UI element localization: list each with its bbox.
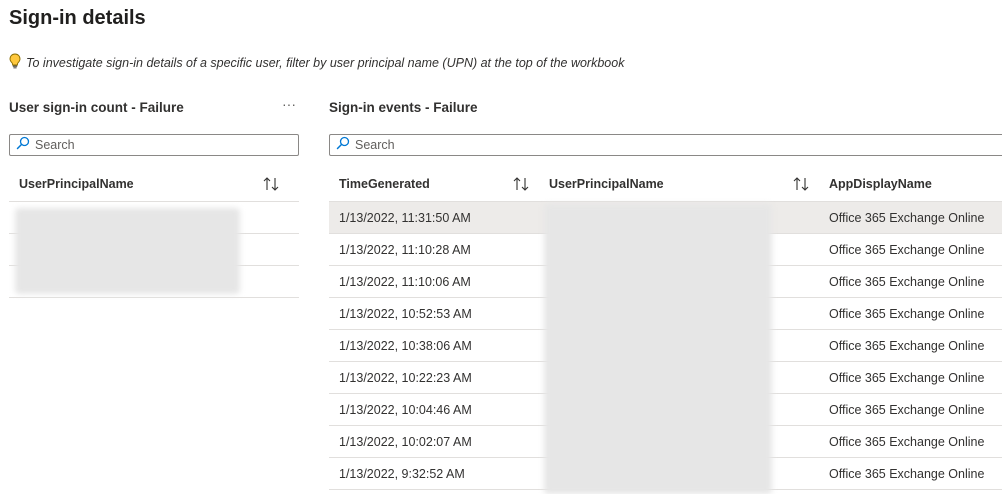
time-cell: 1/13/2022, 10:22:23 AM	[339, 370, 472, 385]
signin-events-grid: TimeGenerated UserPrincipalName AppDispl…	[329, 166, 1002, 494]
time-cell: 1/13/2022, 10:38:06 AM	[339, 338, 472, 353]
app-cell: Office 365 Exchange Online	[829, 338, 985, 353]
left-search-input[interactable]	[35, 136, 298, 154]
time-cell: 1/13/2022, 9:32:52 AM	[339, 466, 465, 481]
app-cell: Office 365 Exchange Online	[829, 210, 985, 225]
app-cell: Office 365 Exchange Online	[829, 306, 985, 321]
lightbulb-icon	[9, 53, 21, 74]
app-cell: Office 365 Exchange Online	[829, 274, 985, 289]
redacted-user-names	[15, 208, 240, 294]
search-icon	[10, 136, 30, 155]
sort-icon[interactable]	[262, 176, 280, 192]
page-title: Sign-in details	[9, 7, 146, 29]
app-cell: Office 365 Exchange Online	[829, 466, 985, 481]
redacted-user-names	[544, 204, 772, 494]
grid-header: UserPrincipalName	[9, 166, 299, 202]
app-cell: Office 365 Exchange Online	[829, 402, 985, 417]
sort-icon[interactable]	[512, 176, 530, 192]
right-search-box[interactable]	[329, 134, 1002, 156]
time-cell: 1/13/2022, 10:02:07 AM	[339, 434, 472, 449]
left-panel-title: User sign-in count - Failure	[9, 100, 184, 115]
time-cell: 1/13/2022, 10:04:46 AM	[339, 402, 472, 417]
column-header-timegenerated[interactable]: TimeGenerated	[339, 166, 430, 201]
info-message: To investigate sign-in details of a spec…	[9, 53, 625, 74]
app-cell: Office 365 Exchange Online	[829, 370, 985, 385]
time-cell: 1/13/2022, 11:31:50 AM	[339, 210, 471, 225]
time-cell: 1/13/2022, 11:10:28 AM	[339, 242, 471, 257]
app-cell: Office 365 Exchange Online	[829, 242, 985, 257]
column-header-userprincipalname[interactable]: UserPrincipalName	[19, 166, 134, 201]
column-header-appdisplayname[interactable]: AppDisplayName	[829, 166, 932, 201]
time-cell: 1/13/2022, 10:52:53 AM	[339, 306, 472, 321]
search-icon	[330, 136, 350, 155]
time-cell: 1/13/2022, 11:10:06 AM	[339, 274, 471, 289]
column-header-userprincipalname[interactable]: UserPrincipalName	[549, 166, 664, 201]
app-cell: Office 365 Exchange Online	[829, 434, 985, 449]
sort-icon[interactable]	[792, 176, 810, 192]
user-signin-count-grid: UserPrincipalName	[9, 166, 299, 298]
right-search-input[interactable]	[355, 136, 1002, 154]
grid-header: TimeGenerated UserPrincipalName AppDispl…	[329, 166, 1002, 202]
right-panel-title: Sign-in events - Failure	[329, 100, 478, 115]
info-text: To investigate sign-in details of a spec…	[26, 56, 625, 70]
left-search-box[interactable]	[9, 134, 299, 156]
more-options-icon[interactable]: ···	[279, 96, 299, 116]
